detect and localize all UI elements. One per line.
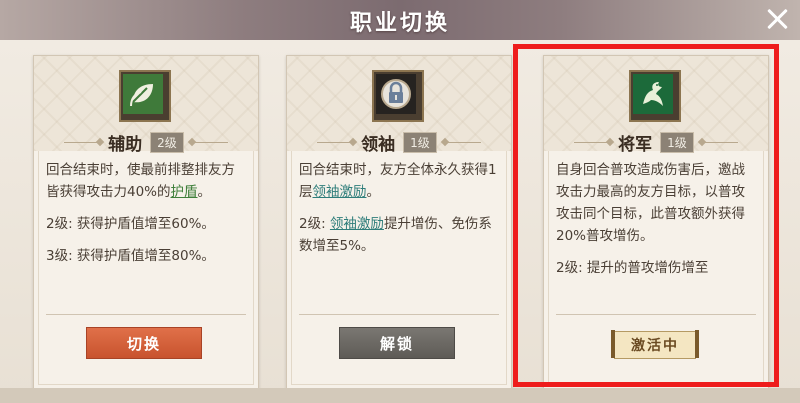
level-badge: 1级 [403,131,437,153]
class-emblem [119,70,171,122]
divider [556,314,756,315]
desc-line: 回合结束时，使最前排整排友方皆获得攻击力40%的护盾。 [46,162,235,200]
desc-line: 2级: 提升的普攻增伤增至 [556,260,709,276]
class-card-leader[interactable]: 领袖 1级 回合结束时，友方全体永久获得1层领袖激励。 2级: 领袖激励提升增伤… [286,55,512,390]
class-description: 自身回合普攻造成伤害后，邀战攻击力最高的友方目标，以普攻攻击同个目标，此普攻额外… [556,159,756,289]
leader-inspire-link[interactable]: 领袖激励 [330,216,384,232]
desc-line: 自身回合普攻造成伤害后，邀战攻击力最高的友方目标，以普攻攻击同个目标，此普攻额外… [556,162,745,244]
shield-link[interactable]: 护盾 [171,184,198,200]
class-name: 领袖 [361,134,396,155]
level-badge: 1级 [660,131,694,153]
dragon-icon [633,74,673,114]
card-title-row: 辅助 2级 [34,131,258,155]
card-title-row: 将军 1级 [544,131,768,155]
class-description: 回合结束时，友方全体永久获得1层领袖激励。 2级: 领袖激励提升增伤、免伤系数增… [299,159,499,267]
card-title-row: 领袖 1级 [287,131,511,155]
leaf-icon [123,74,163,114]
desc-line: 2级: 获得护盾值增至60%。 [46,216,215,232]
class-name: 将军 [618,134,653,155]
active-status-label: 激活中 [611,330,699,359]
class-emblem [372,70,424,122]
window-title: 职业切换 [349,10,450,36]
unlock-button[interactable]: 解锁 [339,327,455,359]
class-card-support[interactable]: 辅助 2级 回合结束时，使最前排整排友方皆获得攻击力40%的护盾。 2级: 获得… [33,55,259,390]
class-emblem [629,70,681,122]
lock-icon [376,74,416,114]
desc-line: 回合结束时，友方全体永久获得1层领袖激励。 [299,162,497,200]
desc-line: 2级: 领袖激励提升增伤、免伤系数增至5%。 [299,216,492,254]
desc-line: 3级: 获得护盾值增至80%。 [46,248,215,264]
close-icon[interactable] [764,6,790,32]
divider [46,314,246,315]
bottom-edge [0,388,800,403]
class-card-general[interactable]: 将军 1级 自身回合普攻造成伤害后，邀战攻击力最高的友方目标，以普攻攻击同个目标… [543,55,769,390]
level-badge: 2级 [150,131,184,153]
class-description: 回合结束时，使最前排整排友方皆获得攻击力40%的护盾。 2级: 获得护盾值增至6… [46,159,246,277]
class-name: 辅助 [108,134,143,155]
leader-inspire-link[interactable]: 领袖激励 [313,184,367,200]
divider [299,314,499,315]
switch-button[interactable]: 切换 [86,327,202,359]
